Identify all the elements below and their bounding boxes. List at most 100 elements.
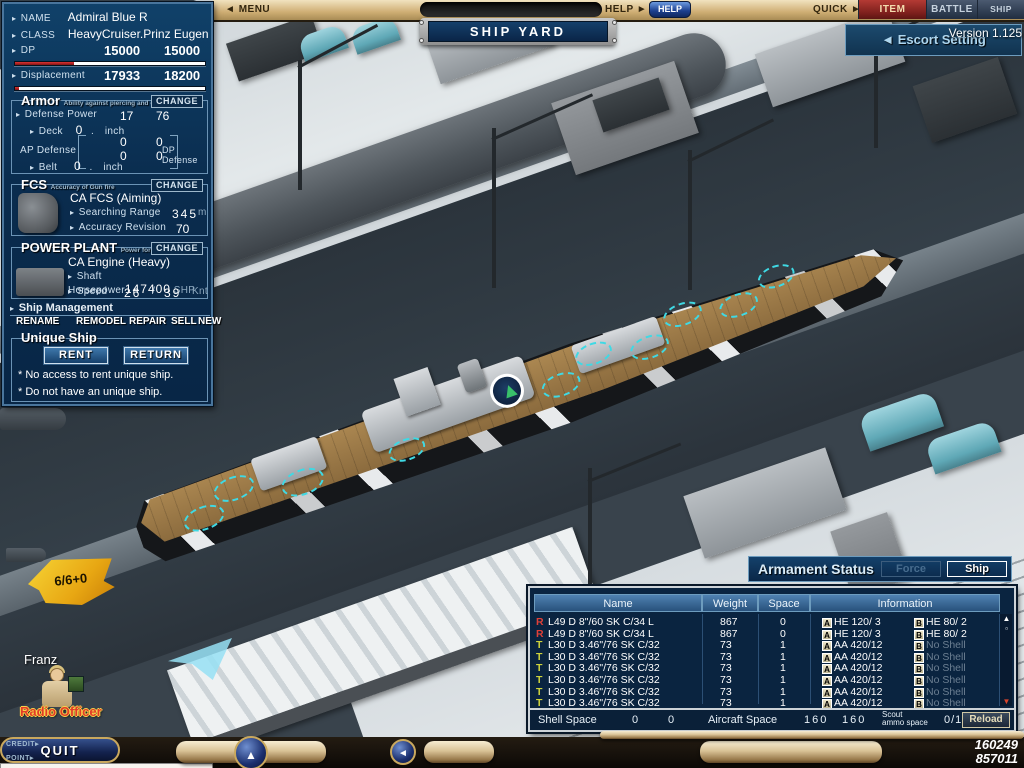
scroll-down-icon[interactable]: ▼ xyxy=(1001,697,1012,706)
unique-ship-note: * Do not have an unique ship. xyxy=(18,386,163,398)
belt-value: 0 xyxy=(74,159,81,173)
remodel-button[interactable]: REMODEL xyxy=(76,316,126,327)
shipyard-screen: ◄ MENU HELP ► HELP QUICK ► ITEM BATTLE S… xyxy=(0,0,1024,768)
bullet-icon: ▸ xyxy=(35,741,40,748)
bullet-icon: ▸ xyxy=(70,223,75,232)
page-title: SHIP YARD xyxy=(428,21,608,42)
belt-unit: inch xyxy=(103,162,123,173)
searching-range-value: 345 xyxy=(172,207,199,221)
defense-power-label: Defense Power xyxy=(24,109,98,120)
power-plant-change-button[interactable]: CHANGE xyxy=(151,242,203,255)
slot-b-badge: B xyxy=(914,652,924,663)
sailor-role-label: Radio Officer xyxy=(20,704,102,719)
unique-ship-note: * No access to rent unique ship. xyxy=(18,369,174,381)
menu-button[interactable]: ◄ MENU xyxy=(225,4,270,15)
deck-dot: . xyxy=(91,126,95,137)
new-button[interactable]: NEW xyxy=(198,316,221,327)
speed-current: 26 xyxy=(124,286,142,300)
right-arrow-icon: ► xyxy=(636,4,648,15)
ap-defense-label: AP Defense xyxy=(20,145,77,156)
ship-info-panel: ▸ NAME Admiral Blue R ▸ CLASS HeavyCruis… xyxy=(2,2,221,406)
slot-b-badge: B xyxy=(914,629,924,640)
name-row: ▸ NAME Admiral Blue R xyxy=(12,10,148,24)
bullet-icon: ▸ xyxy=(68,272,73,281)
class-row: ▸ CLASS HeavyCruiser.Prinz Eugen xyxy=(12,27,209,41)
armament-row[interactable]: T L30 D 3.46"/76 SK C/32 73 1 A AA 420/12… xyxy=(534,686,1000,698)
bottom-bar: QUIT ▲ ◄ New to NavyField! CREDIT▸ 16024… xyxy=(0,731,1024,768)
quick-label[interactable]: QUICK ► xyxy=(813,4,861,15)
accuracy-value: 70 xyxy=(176,222,190,236)
slot-b-badge: B xyxy=(914,618,924,628)
rent-button[interactable]: RENT xyxy=(44,347,108,364)
column-header-space: Space xyxy=(758,594,810,612)
unique-ship-title: Unique Ship xyxy=(21,330,97,345)
fcs-title: FCS Accuracy of Gun fire xyxy=(21,177,115,192)
deck-label: Deck xyxy=(38,126,63,137)
dp-row: ▸ DP 15000 15000 xyxy=(12,43,208,58)
ship-tab[interactable]: Ship xyxy=(947,561,1007,577)
armament-status-title: Armament Status xyxy=(758,561,874,577)
defense-power-row: ▸ Defense Power 17 76 xyxy=(16,109,169,123)
rename-button[interactable]: RENAME xyxy=(16,316,59,327)
credit-value: 160249 xyxy=(974,737,1018,752)
armament-row[interactable]: T L30 D 3.46"/76 SK C/32 73 1 A AA 420/12… xyxy=(534,651,1000,663)
slot-b-badge: B xyxy=(914,664,924,675)
name-label: NAME xyxy=(20,13,51,24)
point-row: POINT▸ 857011 xyxy=(6,751,1018,766)
column-header-name: Name xyxy=(534,594,702,612)
fcs-device-name: CA FCS (Aiming) xyxy=(70,191,162,205)
tab-battle[interactable]: BATTLE xyxy=(926,0,977,19)
bullet-icon: ▸ xyxy=(29,755,34,762)
fcs-subtitle: Accuracy of Gun fire xyxy=(50,184,115,191)
slot-a-badge: A xyxy=(822,676,832,686)
belt-row: ▸ Belt 0 . inch xyxy=(30,159,123,173)
tab-item[interactable]: ITEM xyxy=(858,0,926,19)
armament-row[interactable]: T L30 D 3.46"/76 SK C/32 73 1 A AA 420/12… xyxy=(534,662,1000,675)
armament-row[interactable]: T L30 D 3.46"/76 SK C/32 73 1 A AA 420/12… xyxy=(534,674,1000,686)
tab-ship-yard[interactable]: SHIP YARD xyxy=(977,0,1024,33)
armament-row[interactable]: R L49 D 8"/60 SK C/34 L 867 0 A HE 120/ 3… xyxy=(534,616,1000,628)
slot-b-badge: B xyxy=(914,641,924,652)
scroll-up-icon[interactable]: ▲ xyxy=(1001,614,1012,623)
power-plant-section: POWER PLANT Power for movement CHANGE CA… xyxy=(11,240,208,300)
repair-button[interactable]: REPAIR xyxy=(129,316,166,327)
bullet-icon: ▸ xyxy=(70,208,75,217)
aircraft-space-2: 160 xyxy=(842,714,867,726)
unique-ship-section: Unique Ship RENT RETURN * No access to r… xyxy=(11,330,208,402)
bullet-icon: ▸ xyxy=(12,14,17,23)
shell-space-label: Shell Space xyxy=(538,714,597,726)
armament-scrollbar[interactable]: ▲ ▫ ▼ xyxy=(999,614,1012,706)
left-arrow-icon: ◄ xyxy=(225,4,236,15)
engine-icon xyxy=(16,268,64,296)
version-label: Version 1.125 xyxy=(948,26,1022,40)
armor-change-button[interactable]: CHANGE xyxy=(151,95,203,108)
accuracy-row: ▸ Accuracy Revision xyxy=(70,222,166,233)
credit-row: CREDIT▸ 160249 xyxy=(6,737,1018,752)
small-boat xyxy=(6,548,46,562)
reload-button[interactable]: Reload xyxy=(962,712,1010,728)
force-tab[interactable]: Force xyxy=(881,561,941,577)
scroll-thumb[interactable]: ▫ xyxy=(1001,624,1012,633)
ship-class-value: HeavyCruiser.Prinz Eugen xyxy=(67,27,209,41)
topbar-recess xyxy=(420,2,602,17)
bullet-icon: ▸ xyxy=(30,127,35,136)
defense-power-1: 17 xyxy=(120,109,134,123)
armament-row[interactable]: T L30 D 3.46"/76 SK C/32 73 1 A AA 420/12… xyxy=(534,639,1000,652)
bullet-icon: ▸ xyxy=(12,46,17,55)
displacement-row: ▸ Displacement 17933 18200 xyxy=(12,68,208,83)
return-button[interactable]: RETURN xyxy=(124,347,188,364)
dp-current: 15000 xyxy=(104,43,141,58)
help-button[interactable]: HELP xyxy=(649,1,691,18)
armament-row[interactable]: R L49 D 8"/60 SK C/34 L 867 0 A HE 120/ 3… xyxy=(534,628,1000,640)
slot-a-badge: A xyxy=(822,618,832,628)
speed-max: 39 xyxy=(164,286,182,300)
sell-button[interactable]: SELL xyxy=(171,316,197,327)
bullet-icon: ▸ xyxy=(12,31,17,40)
slot-a-badge: A xyxy=(822,664,832,675)
dp-max: 15000 xyxy=(164,43,201,58)
help-label[interactable]: HELP ► xyxy=(605,4,647,15)
sailor-name: Franz xyxy=(24,652,58,667)
displacement-bar xyxy=(14,86,206,91)
bullet-icon: ▸ xyxy=(30,163,35,172)
searching-range-unit: m xyxy=(198,207,207,218)
